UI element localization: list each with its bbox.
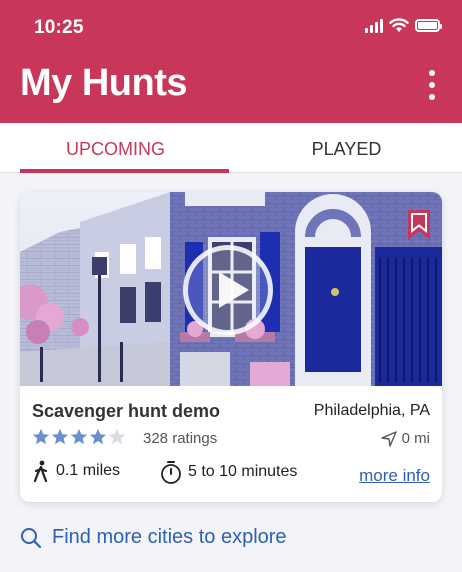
page-title: My Hunts xyxy=(20,62,188,104)
walk-distance-value: 0.1 miles xyxy=(56,462,121,479)
star-filled-icon xyxy=(70,428,88,445)
app-header: 10:25 My Hunts xyxy=(0,0,462,123)
battery-icon xyxy=(415,19,442,32)
kebab-menu-icon[interactable] xyxy=(426,70,438,100)
ratings-count: 328 ratings xyxy=(143,430,218,447)
duration: 5 to 10 minutes xyxy=(160,460,297,484)
status-icons xyxy=(365,18,442,33)
location-arrow-icon xyxy=(380,430,397,447)
walking-person-icon xyxy=(33,460,48,482)
hunt-card[interactable]: Scavenger hunt demo Philadelphia, PA 328… xyxy=(20,192,442,502)
star-filled-icon xyxy=(51,428,69,445)
hunt-city: Philadelphia, PA xyxy=(313,402,430,419)
stopwatch-icon xyxy=(161,461,181,484)
cellular-signal-icon xyxy=(365,18,383,33)
star-filled-icon xyxy=(32,428,50,445)
wifi-icon xyxy=(389,18,409,32)
search-icon xyxy=(21,527,42,548)
star-empty-icon xyxy=(108,428,126,445)
find-more-cities-link[interactable]: Find more cities to explore xyxy=(20,526,287,549)
status-time: 10:25 xyxy=(34,17,84,38)
tab-bar: UPCOMING PLAYED xyxy=(0,123,462,173)
play-video-button[interactable] xyxy=(183,245,273,335)
find-more-label: Find more cities to explore xyxy=(52,526,287,548)
bookmark-icon[interactable] xyxy=(408,210,430,240)
hunt-photo xyxy=(20,192,442,386)
star-filled-icon xyxy=(89,428,107,445)
hunt-name: Scavenger hunt demo xyxy=(32,401,221,421)
tab-upcoming[interactable]: UPCOMING xyxy=(0,123,231,173)
rating-stars xyxy=(32,428,126,446)
walk-distance: 0.1 miles xyxy=(32,460,120,482)
more-info-link[interactable]: more info xyxy=(359,466,430,486)
distance: 0 mi xyxy=(380,430,430,447)
tab-played[interactable]: PLAYED xyxy=(231,123,462,172)
duration-value: 5 to 10 minutes xyxy=(188,463,298,480)
distance-value: 0 mi xyxy=(401,430,430,447)
